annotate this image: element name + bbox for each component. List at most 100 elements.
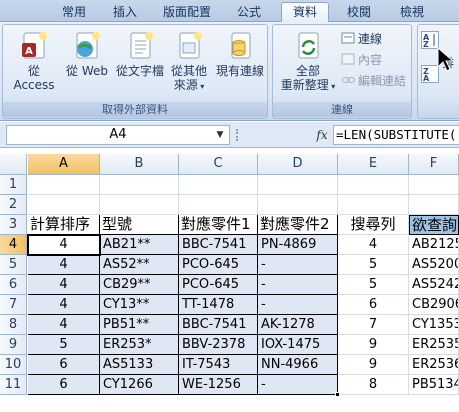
table-cell[interactable]: PCO-645 [179,275,258,295]
table-cell[interactable]: 4 [28,315,100,335]
tab-review[interactable]: 校閱 [337,3,381,22]
table-cell[interactable]: - [258,255,338,275]
refresh-all-button[interactable]: 全部 重新整理 ▾ [277,29,339,94]
table-cell[interactable]: AS5242 [409,275,459,295]
table-cell[interactable]: AS52** [100,255,179,275]
table-cell[interactable]: AB21** [100,235,179,255]
table-cell[interactable]: PN-4869 [258,235,338,255]
column-header-b[interactable]: B [100,154,179,175]
column-header-f[interactable]: F [409,154,459,175]
table-cell[interactable]: 8 [338,375,409,395]
cell[interactable] [338,175,409,195]
from-access-button[interactable]: A 從 Access [6,29,62,92]
tab-page-layout[interactable]: 版面配置 [157,3,217,22]
row-header-4[interactable]: 4 [0,235,27,255]
table-cell[interactable]: 6 [28,355,100,375]
cell[interactable] [179,175,258,195]
table-cell[interactable]: 9 [338,335,409,355]
table-cell[interactable]: IOX-1475 [258,335,338,355]
row-header-1[interactable]: 1 [0,175,27,195]
table-cell[interactable]: IT-7543 [179,355,258,375]
table-cell[interactable]: AB2125 [409,235,459,255]
connections-button[interactable]: 連線 [341,31,382,47]
table-cell[interactable]: AS5200 [409,255,459,275]
table-cell[interactable]: WE-1256 [179,375,258,395]
header-cell-c[interactable]: 對應零件1 [179,215,258,235]
table-cell[interactable]: BBC-7541 [179,235,258,255]
table-cell[interactable]: ER2536 [409,355,459,375]
row-header-8[interactable]: 8 [0,315,27,335]
column-header-a[interactable]: A [28,154,100,175]
cell[interactable] [258,175,338,195]
table-cell[interactable]: 5 [338,275,409,295]
table-cell[interactable]: CY1266 [100,375,179,395]
select-all-corner[interactable] [0,154,27,175]
table-cell[interactable]: PCO-645 [179,255,258,275]
cell[interactable] [409,175,459,195]
row-header-5[interactable]: 5 [0,255,27,275]
table-cell[interactable]: CB29** [100,275,179,295]
row-header-11[interactable]: 11 [0,375,27,395]
table-cell[interactable]: TT-1478 [179,295,258,315]
header-cell-f[interactable]: 欲查詢 [409,215,459,235]
edit-links-button[interactable]: 編輯連結 [341,73,406,89]
table-cell[interactable]: PB5134 [409,375,459,395]
insert-function-button[interactable]: fx [312,125,332,145]
cell[interactable] [409,195,459,215]
tab-data[interactable]: 資料 [281,2,329,23]
column-header-e[interactable]: E [338,154,409,175]
cell[interactable] [338,195,409,215]
tab-view[interactable]: 檢視 [390,3,434,22]
table-cell[interactable]: CB2906 [409,295,459,315]
cell[interactable] [100,175,179,195]
table-cell[interactable]: - [258,375,338,395]
table-cell[interactable]: PB51** [100,315,179,335]
name-box[interactable]: A4 [6,125,230,145]
row-header-6[interactable]: 6 [0,275,27,295]
fill-handle[interactable] [335,392,340,397]
table-cell[interactable]: 4 [28,275,100,295]
table-cell[interactable]: 4 [28,235,100,255]
tab-insert[interactable]: 插入 [103,3,147,22]
cell[interactable] [100,195,179,215]
cell[interactable] [28,195,100,215]
header-cell-d[interactable]: 對應零件2 [258,215,338,235]
from-text-button[interactable]: 從文字檔 [112,29,168,78]
cell[interactable] [179,195,258,215]
existing-connections-button[interactable]: 現有連線 [213,29,267,78]
table-cell[interactable]: 4 [28,255,100,275]
tab-formulas[interactable]: 公式 [227,3,271,22]
splitter-handle[interactable] [236,129,238,141]
header-cell-e[interactable]: 搜尋列 [338,215,409,235]
table-cell[interactable]: ER2535 [409,335,459,355]
table-cell[interactable]: 9 [338,355,409,375]
table-cell[interactable]: CY1353 [409,315,459,335]
row-header-3[interactable]: 3 [0,215,27,235]
from-other-sources-button[interactable]: 從其他 來源 ▾ [168,29,210,94]
table-cell[interactable]: 5 [28,335,100,355]
table-cell[interactable]: 6 [338,295,409,315]
column-header-d[interactable]: D [258,154,338,175]
from-web-button[interactable]: 從 Web [63,29,111,78]
table-cell[interactable]: BBC-7541 [179,315,258,335]
tab-home[interactable]: 常用 [52,3,96,22]
cell[interactable] [28,175,100,195]
table-cell[interactable]: 4 [28,295,100,315]
table-cell[interactable]: 7 [338,315,409,335]
table-cell[interactable]: - [258,275,338,295]
table-cell[interactable]: - [258,295,338,315]
table-cell[interactable]: CY13** [100,295,179,315]
name-box-dropdown-icon[interactable]: ▼ [212,126,228,144]
table-cell[interactable]: 6 [28,375,100,395]
formula-input[interactable]: =LEN(SUBSTITUTE( [333,125,459,145]
properties-button[interactable]: 內容 [341,52,382,68]
table-cell[interactable]: AS5133 [100,355,179,375]
row-header-9[interactable]: 9 [0,335,27,355]
cell[interactable] [258,195,338,215]
row-header-10[interactable]: 10 [0,355,27,375]
table-cell[interactable]: 4 [338,235,409,255]
header-cell-b[interactable]: 型號 [100,215,179,235]
row-header-2[interactable]: 2 [0,195,27,215]
table-cell[interactable]: AK-1278 [258,315,338,335]
column-header-c[interactable]: C [179,154,258,175]
